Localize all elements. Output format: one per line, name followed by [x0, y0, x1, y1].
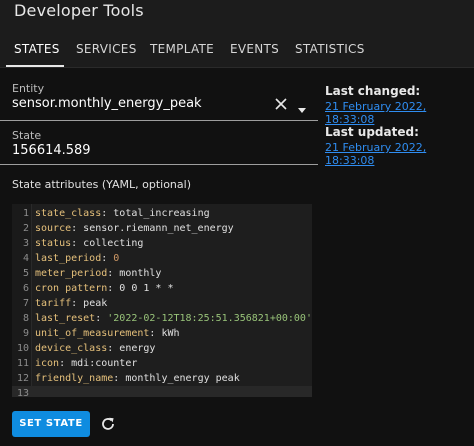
yaml-separator: :: [101, 253, 114, 264]
yaml-key: source: [35, 223, 72, 234]
line-number: 11: [16, 358, 29, 369]
yaml-value: monthly_energy peak: [125, 373, 240, 384]
yaml-value: mdi:counter: [71, 358, 138, 369]
yaml-key: state_class: [35, 208, 102, 219]
page-title: Developer Tools: [14, 1, 144, 20]
tab-statistics[interactable]: STATISTICS: [295, 42, 365, 56]
line-number: 5: [22, 268, 29, 279]
yaml-line: device_class: energy: [35, 341, 155, 356]
editor-line[interactable]: 11 icon: mdi:counter: [12, 356, 312, 371]
line-number: 10: [16, 343, 29, 354]
yaml-line: meter_period: monthly: [35, 266, 161, 281]
yaml-key: icon: [35, 358, 60, 369]
editor-line[interactable]: 3 status: collecting: [12, 236, 312, 251]
yaml-separator: :: [107, 283, 120, 294]
attributes-title: State attributes (YAML, optional): [12, 178, 191, 191]
editor-line[interactable]: 2 source: sensor.riemann_net_energy: [12, 221, 312, 236]
yaml-value: peak: [83, 298, 108, 309]
close-icon[interactable]: [274, 96, 288, 110]
yaml-key: last_period: [35, 253, 102, 264]
line-number: 2: [22, 223, 29, 234]
top-app-bar: Developer Tools: [0, 0, 474, 30]
refresh-icon[interactable]: [100, 416, 116, 432]
yaml-key: meter_period: [35, 268, 108, 279]
tab-bar: STATES SERVICES TEMPLATE EVENTS STATISTI…: [0, 30, 474, 68]
yaml-line: tariff: peak: [35, 296, 107, 311]
last-updated-label: Last updated:: [325, 125, 419, 139]
editor-line[interactable]: 9 unit_of_measurement: kWh: [12, 326, 312, 341]
tab-states[interactable]: STATES: [14, 42, 60, 56]
yaml-separator: :: [107, 343, 120, 354]
entity-picker[interactable]: Entity sensor.monthly_energy_peak: [0, 77, 318, 121]
yaml-line: unit_of_measurement: kWh: [35, 326, 180, 341]
yaml-line: last_reset: '2022-02-12T18:25:51.356821+…: [35, 311, 312, 326]
yaml-separator: :: [149, 328, 162, 339]
set-state-button[interactable]: SET STATE: [12, 411, 90, 437]
yaml-separator: :: [101, 208, 114, 219]
yaml-value: collecting: [83, 238, 144, 249]
tab-events[interactable]: EVENTS: [230, 42, 279, 56]
line-number: 12: [16, 373, 29, 384]
yaml-separator: :: [107, 268, 120, 279]
line-number: 1: [22, 208, 29, 219]
editor-line[interactable]: 10 device_class: energy: [12, 341, 312, 356]
yaml-separator: :: [71, 298, 84, 309]
yaml-line: cron pattern: 0 0 1 * *: [35, 281, 173, 296]
yaml-line: last_period: 0: [35, 251, 119, 266]
yaml-value: kWh: [161, 328, 180, 339]
yaml-line: state_class: total_increasing: [35, 206, 210, 221]
yaml-key: last_reset: [35, 313, 96, 324]
editor-line[interactable]: 12 friendly_name: monthly_energy peak: [12, 371, 312, 386]
editor-line[interactable]: 1 state_class: total_increasing: [12, 206, 312, 221]
yaml-separator: :: [71, 238, 84, 249]
yaml-key: cron pattern: [35, 283, 108, 294]
entity-input[interactable]: sensor.monthly_energy_peak: [12, 96, 202, 111]
yaml-key: friendly_name: [35, 373, 114, 384]
yaml-line: icon: mdi:counter: [35, 356, 137, 371]
yaml-value: total_increasing: [113, 208, 210, 219]
yaml-separator: :: [95, 313, 108, 324]
tab-template[interactable]: TEMPLATE: [150, 42, 214, 56]
last-updated-link[interactable]: 21 February 2022, 18:33:08: [325, 141, 474, 167]
editor-line[interactable]: 8 last_reset: '2022-02-12T18:25:51.356821…: [12, 311, 312, 326]
yaml-value: sensor.riemann_net_energy: [83, 223, 234, 234]
yaml-line: source: sensor.riemann_net_energy: [35, 221, 234, 236]
line-number: 3: [22, 238, 29, 249]
yaml-value: energy: [119, 343, 156, 354]
editor-line[interactable]: 5 meter_period: monthly: [12, 266, 312, 281]
last-changed-label: Last changed:: [325, 84, 421, 98]
yaml-line: status: collecting: [35, 236, 143, 251]
yaml-separator: :: [59, 358, 72, 369]
yaml-line: friendly_name: monthly_energy peak: [35, 371, 240, 386]
editor-line[interactable]: 6 cron pattern: 0 0 1 * *: [12, 281, 312, 296]
line-number: 6: [22, 283, 29, 294]
yaml-separator: :: [113, 373, 126, 384]
yaml-value: 0 0 1 * *: [119, 283, 174, 294]
editor-line[interactable]: 7 tariff: peak: [12, 296, 312, 311]
state-label: State: [12, 129, 42, 142]
line-number: 4: [22, 253, 29, 264]
state-field[interactable]: State 156614.589: [0, 123, 318, 165]
line-number: 7: [22, 298, 29, 309]
yaml-editor[interactable]: 1 state_class: total_increasing 2 source: s…: [12, 204, 312, 397]
line-number: 9: [22, 328, 29, 339]
yaml-key: tariff: [35, 298, 72, 309]
yaml-key: status: [35, 238, 72, 249]
yaml-value: '2022-02-12T18:25:51.356821+00:00': [107, 313, 312, 324]
state-input[interactable]: 156614.589: [12, 143, 91, 158]
editor-line[interactable]: 13: [12, 386, 312, 397]
yaml-key: unit_of_measurement: [35, 328, 150, 339]
active-tab-indicator: [6, 65, 64, 67]
line-number: 8: [22, 313, 29, 324]
last-changed-link[interactable]: 21 February 2022, 18:33:08: [325, 100, 474, 126]
yaml-value: 0: [113, 253, 120, 264]
line-number: 13: [16, 388, 29, 397]
tab-services[interactable]: SERVICES: [76, 42, 137, 56]
yaml-key: device_class: [35, 343, 108, 354]
yaml-separator: :: [71, 223, 84, 234]
yaml-value: monthly: [119, 268, 162, 279]
editor-line[interactable]: 4 last_period: 0: [12, 251, 312, 266]
dropdown-arrow-icon[interactable]: [296, 100, 308, 113]
entity-label: Entity: [12, 82, 45, 95]
